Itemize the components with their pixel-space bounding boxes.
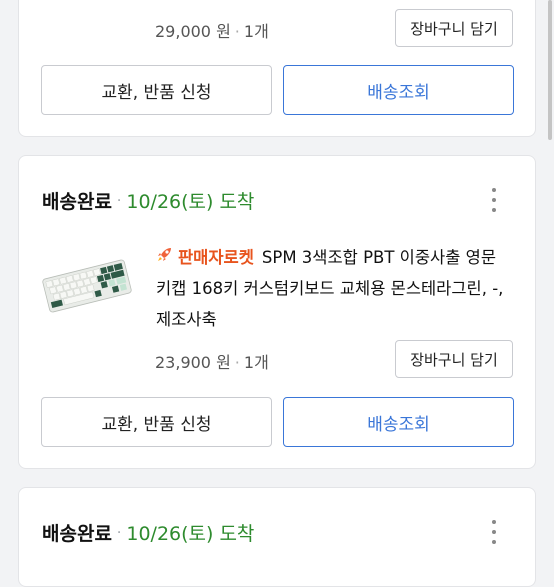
price-line: 29,000 원 · 1개 [155,22,269,41]
order-card: 배송완료 · 10/26(토) 도착 [18,155,536,469]
status-label: 배송완료 [42,523,112,545]
quantity: 1개 [243,353,269,372]
product-info[interactable]: 판매자로켓 SPM 3색조합 PBT 이중사출 영문 키캡 168키 커스텀키보드… [156,242,516,335]
return-exchange-button[interactable]: 교환, 반품 신청 [41,397,272,447]
track-delivery-button[interactable]: 배송조회 [283,397,514,447]
delivery-date: 10/26(토) [126,523,214,545]
price-line: 23,900 원 · 1개 [155,353,269,372]
rocket-icon [156,242,178,273]
product-thumbnail[interactable] [41,251,133,321]
track-delivery-button[interactable]: 배송조회 [283,65,514,115]
more-vertical-icon[interactable] [491,188,497,212]
price: 23,900 원 [155,353,231,372]
more-vertical-icon[interactable] [491,520,497,544]
arrive-label: 도착 [219,523,255,545]
rocket-badge: 판매자로켓 [178,248,254,267]
order-card: 29,000 원 · 1개 장바구니 담기 교환, 반품 신청 배송조회 [18,0,536,137]
add-to-cart-button[interactable]: 장바구니 담기 [395,340,513,378]
delivery-status: 배송완료 · 10/26(토) 도착 [42,519,254,546]
delivery-date: 10/26(토) [126,191,214,213]
price: 29,000 원 [155,22,231,41]
return-exchange-button[interactable]: 교환, 반품 신청 [41,65,272,115]
add-to-cart-button[interactable]: 장바구니 담기 [395,9,513,47]
arrive-label: 도착 [219,191,255,213]
status-label: 배송완료 [42,191,112,213]
quantity: 1개 [243,22,269,41]
delivery-status: 배송완료 · 10/26(토) 도착 [42,187,254,214]
order-card: 배송완료 · 10/26(토) 도착 [18,487,536,587]
scrollbar[interactable] [548,0,552,140]
